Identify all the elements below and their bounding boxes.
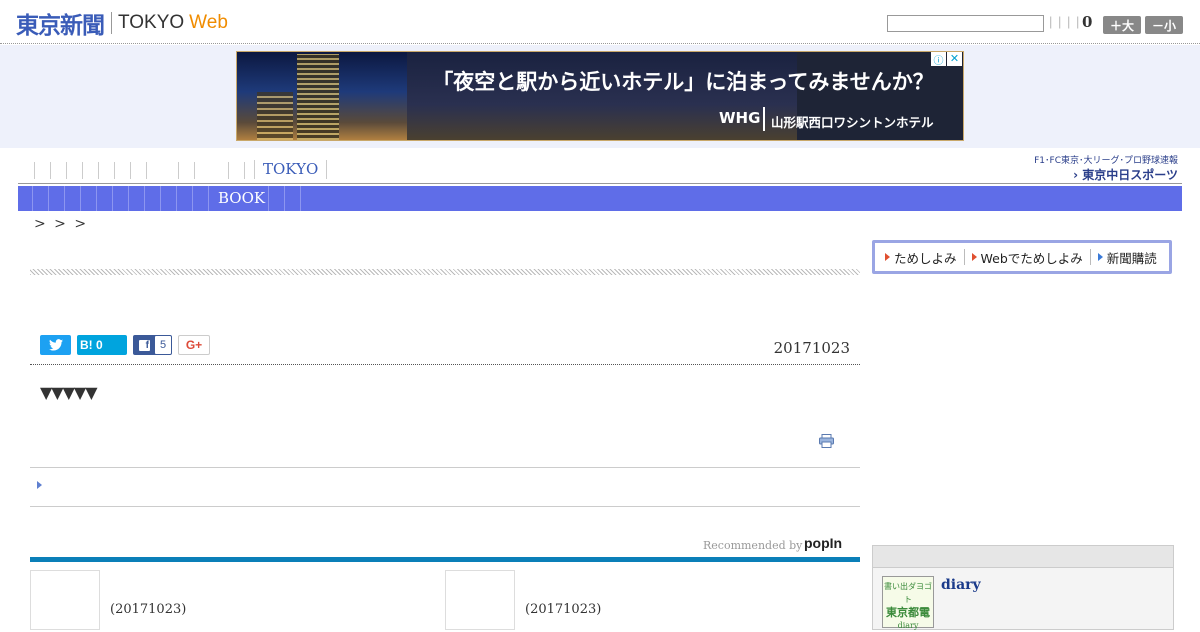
newspaper-subscription-link[interactable]: 新聞購読 bbox=[1097, 248, 1157, 267]
header-mini-links[interactable]: | | | | bbox=[1049, 14, 1080, 29]
nav-item[interactable] bbox=[178, 162, 179, 179]
nav-item[interactable] bbox=[244, 162, 245, 179]
section-nav-item[interactable] bbox=[144, 186, 145, 211]
chunichi-subtitle: F1･FC東京･大リーグ･プロ野球速報 bbox=[1034, 156, 1178, 166]
logo-english: TOKYO bbox=[118, 12, 185, 33]
article-divider bbox=[30, 364, 860, 365]
section-nav-item-book[interactable]: BOOK bbox=[218, 189, 265, 207]
ad-hotel-name: 山形駅西口ワシントンホテル bbox=[771, 115, 934, 130]
article-footer-rule bbox=[30, 506, 860, 507]
hatena-bookmark-button[interactable]: B! 0 bbox=[77, 335, 127, 355]
arrow-icon bbox=[1097, 253, 1103, 261]
ad-divider bbox=[763, 107, 765, 131]
ad-brand-logo: WHG bbox=[719, 109, 761, 127]
section-nav-item[interactable] bbox=[112, 186, 113, 211]
logo-japanese: 東京新聞 bbox=[16, 13, 105, 39]
print-icon[interactable] bbox=[819, 434, 834, 448]
search-input[interactable] bbox=[887, 15, 1044, 32]
twitter-share-button[interactable] bbox=[40, 335, 71, 355]
popin-logo[interactable]: popIn bbox=[804, 535, 842, 551]
divider bbox=[1089, 249, 1091, 265]
nav-item[interactable] bbox=[114, 162, 115, 179]
article-title-rule bbox=[30, 269, 860, 275]
twitter-icon bbox=[48, 339, 63, 351]
primary-nav: TOKYO bbox=[18, 152, 998, 184]
arrow-icon bbox=[885, 253, 890, 261]
ad-night-photo bbox=[237, 52, 407, 140]
breadcrumb[interactable]: > > > bbox=[34, 216, 88, 232]
header-count: 0 bbox=[1082, 13, 1093, 31]
diary-thumbnail-bottom: diary bbox=[897, 621, 919, 630]
nav-item[interactable] bbox=[34, 162, 35, 179]
ad-close-icon[interactable]: ✕ bbox=[947, 52, 962, 66]
recommend-date[interactable]: (20171023) bbox=[110, 602, 186, 617]
related-link-arrow-icon[interactable] bbox=[37, 481, 42, 489]
section-nav-item[interactable] bbox=[300, 186, 301, 211]
section-nav-item[interactable] bbox=[192, 186, 193, 211]
logo-divider bbox=[111, 12, 112, 34]
nav-item[interactable] bbox=[194, 162, 195, 179]
newspaper-subscription-label: 新聞購読 bbox=[1106, 250, 1157, 266]
nav-item[interactable] bbox=[146, 162, 147, 179]
recommend-bar bbox=[30, 557, 860, 562]
nav-item[interactable] bbox=[50, 162, 51, 179]
section-nav: BOOK bbox=[18, 186, 1182, 211]
section-nav-item[interactable] bbox=[128, 186, 129, 211]
logo-web: Web bbox=[189, 12, 228, 33]
nav-item-tokyo[interactable]: TOKYO bbox=[254, 160, 328, 179]
chunichi-sports-link[interactable]: F1･FC東京･大リーグ･プロ野球速報 › 東京中日スポーツ bbox=[1034, 153, 1178, 183]
divider bbox=[963, 249, 965, 265]
nav-item[interactable] bbox=[130, 162, 131, 179]
article-footer-rule bbox=[30, 467, 860, 468]
article-body-marker: ▼▼▼▼▼ bbox=[40, 383, 98, 402]
nav-item[interactable] bbox=[66, 162, 67, 179]
nav-divider bbox=[18, 183, 1182, 184]
diary-thumbnail[interactable]: 書い出ダヨゴト 東京都電 diary bbox=[882, 576, 934, 630]
diary-widget: 書い出ダヨゴト 東京都電 diary diary bbox=[872, 545, 1174, 630]
section-nav-item[interactable] bbox=[268, 186, 269, 211]
ad-building bbox=[257, 92, 293, 140]
ad-band: 「夜空と駅から近いホテル」に泊まってみませんか？ WHG 山形駅西口ワシントンホ… bbox=[0, 45, 1200, 148]
nav-item[interactable] bbox=[98, 162, 99, 179]
recommend-thumbnail[interactable] bbox=[445, 570, 515, 630]
section-nav-item[interactable] bbox=[96, 186, 97, 211]
trial-reading-label: ためしよみ bbox=[894, 250, 957, 266]
nav-item[interactable] bbox=[228, 162, 229, 179]
diary-thumbnail-main: 東京都電 bbox=[886, 606, 930, 619]
section-nav-item[interactable] bbox=[176, 186, 177, 211]
adchoices-icon[interactable]: ⓘ bbox=[931, 52, 946, 67]
web-trial-reading-label: Webでためしよみ bbox=[980, 250, 1083, 266]
chunichi-title: › 東京中日スポーツ bbox=[1073, 168, 1178, 182]
facebook-share-button[interactable]: f 5 bbox=[133, 335, 172, 355]
section-nav-item[interactable] bbox=[64, 186, 65, 211]
site-header: 東京新聞 TOKYO Web | | | | 0 ＋大 －小 bbox=[0, 0, 1200, 44]
font-size-large-button[interactable]: ＋大 bbox=[1103, 16, 1141, 34]
section-nav-item[interactable] bbox=[32, 186, 33, 211]
section-nav-item[interactable] bbox=[48, 186, 49, 211]
recommended-by-label: Recommended by bbox=[703, 539, 803, 552]
diary-title[interactable]: diary bbox=[941, 577, 981, 593]
section-nav-item[interactable] bbox=[160, 186, 161, 211]
diary-thumbnail-top: 書い出ダヨゴト bbox=[884, 582, 932, 604]
font-size-small-button[interactable]: －小 bbox=[1145, 16, 1183, 34]
ad-tower bbox=[297, 54, 339, 140]
site-logo[interactable]: 東京新聞 TOKYO Web bbox=[16, 9, 228, 39]
web-trial-reading-link[interactable]: Webでためしよみ bbox=[971, 248, 1083, 267]
facebook-share-count: 5 bbox=[155, 336, 171, 354]
ad-headline: 「夜空と駅から近いホテル」に泊まってみませんか？ bbox=[432, 70, 934, 94]
arrow-icon bbox=[971, 253, 977, 261]
section-nav-item[interactable] bbox=[284, 186, 285, 211]
article-date: 20171023 bbox=[773, 339, 850, 357]
subscription-links: ためしよみ Webでためしよみ 新聞購読 bbox=[872, 240, 1172, 274]
section-nav-item[interactable] bbox=[208, 186, 209, 211]
recommend-date[interactable]: (20171023) bbox=[525, 602, 601, 617]
google-plus-share-button[interactable]: G+ bbox=[178, 335, 210, 355]
facebook-icon: f bbox=[139, 339, 150, 351]
trial-reading-link[interactable]: ためしよみ bbox=[885, 248, 957, 267]
nav-item[interactable] bbox=[82, 162, 83, 179]
diary-widget-header bbox=[873, 546, 1173, 568]
banner-ad[interactable]: 「夜空と駅から近いホテル」に泊まってみませんか？ WHG 山形駅西口ワシントンホ… bbox=[236, 51, 964, 141]
section-nav-item[interactable] bbox=[80, 186, 81, 211]
recommend-thumbnail[interactable] bbox=[30, 570, 100, 630]
